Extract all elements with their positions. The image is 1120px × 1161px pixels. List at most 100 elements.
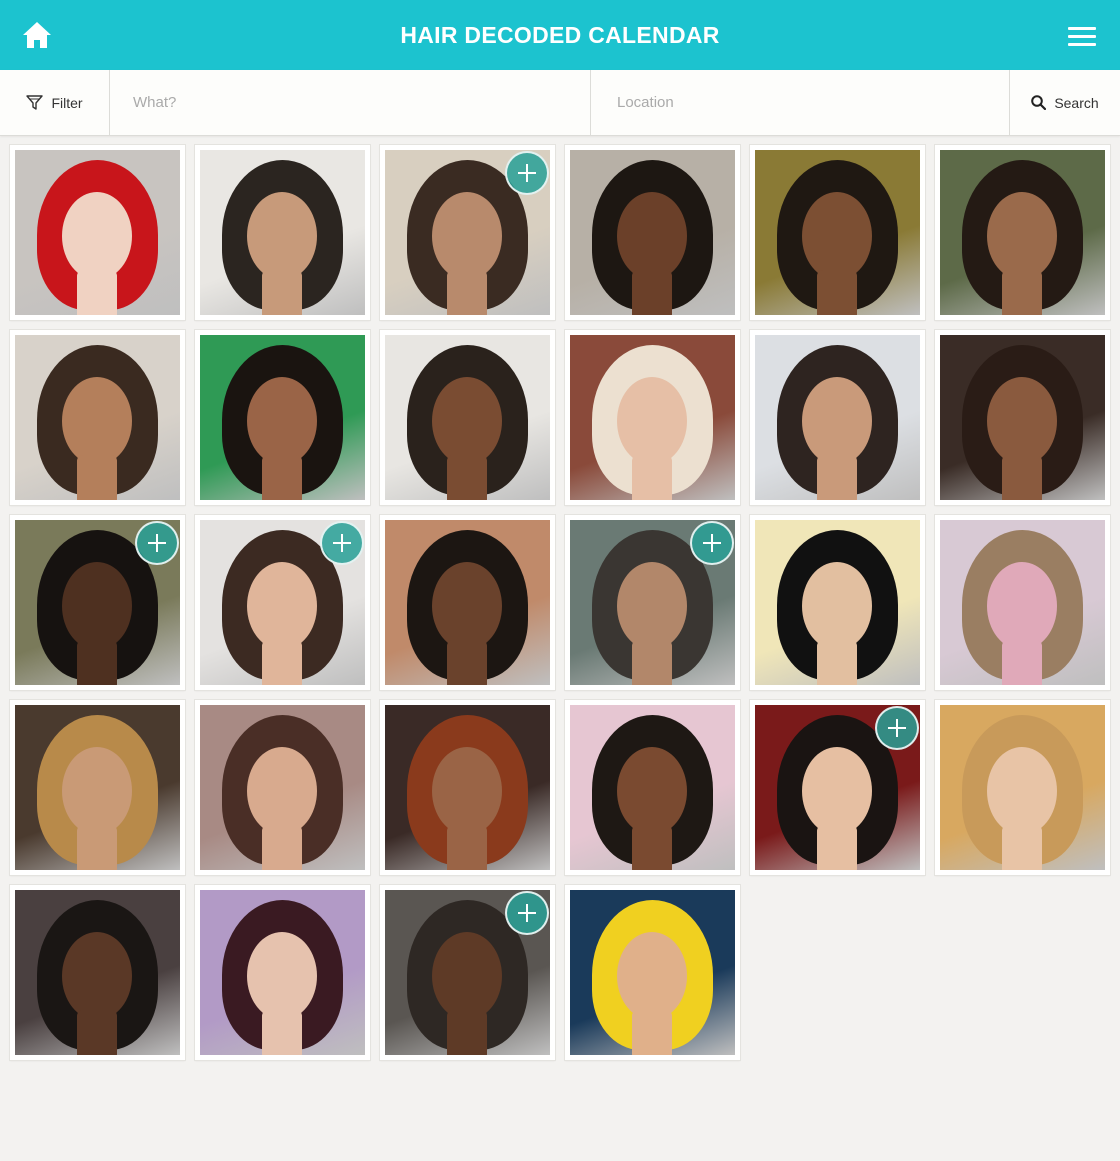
hairstyle-card[interactable]	[195, 700, 370, 875]
neck-shape	[447, 1010, 487, 1055]
hairstyle-card[interactable]	[565, 145, 740, 320]
add-plus-icon[interactable]	[505, 151, 549, 195]
neck-shape	[77, 640, 117, 685]
neck-shape	[262, 1010, 302, 1055]
hairstyle-photo-grid	[10, 145, 1111, 1060]
hairstyle-card[interactable]	[380, 885, 555, 1060]
face-shape	[62, 377, 132, 465]
what-field-wrapper	[133, 70, 583, 135]
face-shape	[802, 192, 872, 280]
hairstyle-card[interactable]	[565, 330, 740, 505]
add-plus-icon[interactable]	[505, 891, 549, 935]
hairstyle-card[interactable]	[10, 515, 185, 690]
face-shape	[432, 562, 502, 650]
neck-shape	[77, 455, 117, 500]
hairstyle-card[interactable]	[750, 145, 925, 320]
hairstyle-photo-heart-cornrows	[385, 335, 550, 500]
neck-shape	[262, 270, 302, 315]
hairstyle-photo-long-straight-blonde	[940, 705, 1105, 870]
hairstyle-card[interactable]	[380, 145, 555, 320]
hairstyle-card[interactable]	[935, 330, 1110, 505]
hairstyle-card[interactable]	[195, 145, 370, 320]
add-plus-icon[interactable]	[875, 706, 919, 750]
hairstyle-card[interactable]	[195, 515, 370, 690]
search-button[interactable]: Search	[1009, 70, 1120, 135]
hairstyle-card[interactable]	[750, 330, 925, 505]
neck-shape	[632, 1010, 672, 1055]
face-shape	[617, 192, 687, 280]
add-plus-icon[interactable]	[320, 521, 364, 565]
hairstyle-photo-red-wavy-hair	[15, 150, 180, 315]
search-bar: Filter Search	[0, 70, 1120, 136]
hairstyle-card[interactable]	[10, 885, 185, 1060]
face-shape	[432, 747, 502, 835]
hairstyle-card[interactable]	[380, 700, 555, 875]
hairstyle-card[interactable]	[935, 515, 1110, 690]
hairstyle-card[interactable]	[195, 885, 370, 1060]
hamburger-menu-icon[interactable]	[1068, 27, 1096, 47]
face-shape	[617, 932, 687, 1020]
face-shape	[617, 377, 687, 465]
face-shape	[987, 192, 1057, 280]
hairstyle-card[interactable]	[565, 700, 740, 875]
hairstyle-photo-braided-mohawk	[15, 890, 180, 1055]
neck-shape	[632, 455, 672, 500]
location-input[interactable]	[617, 94, 1010, 111]
page-title: HAIR DECODED CALENDAR	[400, 21, 720, 48]
neck-shape	[447, 825, 487, 870]
face-shape	[62, 192, 132, 280]
hairstyle-photo-blue-yellow-hair	[570, 890, 735, 1055]
hairstyle-card[interactable]	[10, 145, 185, 320]
hairstyle-photo-pompadour-man	[755, 335, 920, 500]
face-shape	[247, 377, 317, 465]
filter-button[interactable]: Filter	[0, 70, 110, 135]
filter-label: Filter	[51, 94, 83, 111]
hairstyle-card[interactable]	[750, 515, 925, 690]
hairstyle-card[interactable]	[10, 330, 185, 505]
neck-shape	[77, 1010, 117, 1055]
hairstyle-card[interactable]	[380, 330, 555, 505]
hairstyle-photo-natural-afro-smile	[570, 150, 735, 315]
neck-shape	[262, 825, 302, 870]
face-shape	[62, 562, 132, 650]
neck-shape	[1002, 455, 1042, 500]
home-icon[interactable]	[22, 21, 52, 49]
hairstyle-card[interactable]	[565, 885, 740, 1060]
face-shape	[432, 932, 502, 1020]
face-shape	[247, 932, 317, 1020]
neck-shape	[77, 825, 117, 870]
hairstyle-card[interactable]	[565, 515, 740, 690]
top-bar: HAIR DECODED CALENDAR	[0, 0, 1120, 70]
hairstyle-card[interactable]	[935, 145, 1110, 320]
hairstyle-photo-sleek-bob	[755, 520, 920, 685]
face-shape	[62, 747, 132, 835]
neck-shape	[632, 640, 672, 685]
neck-shape	[447, 455, 487, 500]
location-field-wrapper	[590, 70, 1010, 135]
neck-shape	[632, 825, 672, 870]
hairstyle-card[interactable]	[380, 515, 555, 690]
hairstyle-photo-braids-green-bg	[200, 335, 365, 500]
neck-shape	[1002, 825, 1042, 870]
hairstyle-card[interactable]	[935, 700, 1110, 875]
face-shape	[432, 192, 502, 280]
add-plus-icon[interactable]	[135, 521, 179, 565]
neck-shape	[817, 640, 857, 685]
what-input[interactable]	[133, 94, 583, 111]
neck-shape	[447, 640, 487, 685]
neck-shape	[817, 455, 857, 500]
neck-shape	[447, 270, 487, 315]
hairstyle-photo-kids-braid	[940, 520, 1105, 685]
face-shape	[432, 377, 502, 465]
face-shape	[247, 562, 317, 650]
search-icon	[1031, 95, 1047, 110]
hairstyle-card[interactable]	[750, 700, 925, 875]
filter-icon	[26, 95, 44, 110]
face-shape	[617, 747, 687, 835]
hairstyle-photo-pixie-bob	[200, 705, 365, 870]
face-shape	[987, 562, 1057, 650]
hairstyle-card[interactable]	[195, 330, 370, 505]
hairstyle-card[interactable]	[10, 700, 185, 875]
face-shape	[802, 747, 872, 835]
add-plus-icon[interactable]	[690, 521, 734, 565]
